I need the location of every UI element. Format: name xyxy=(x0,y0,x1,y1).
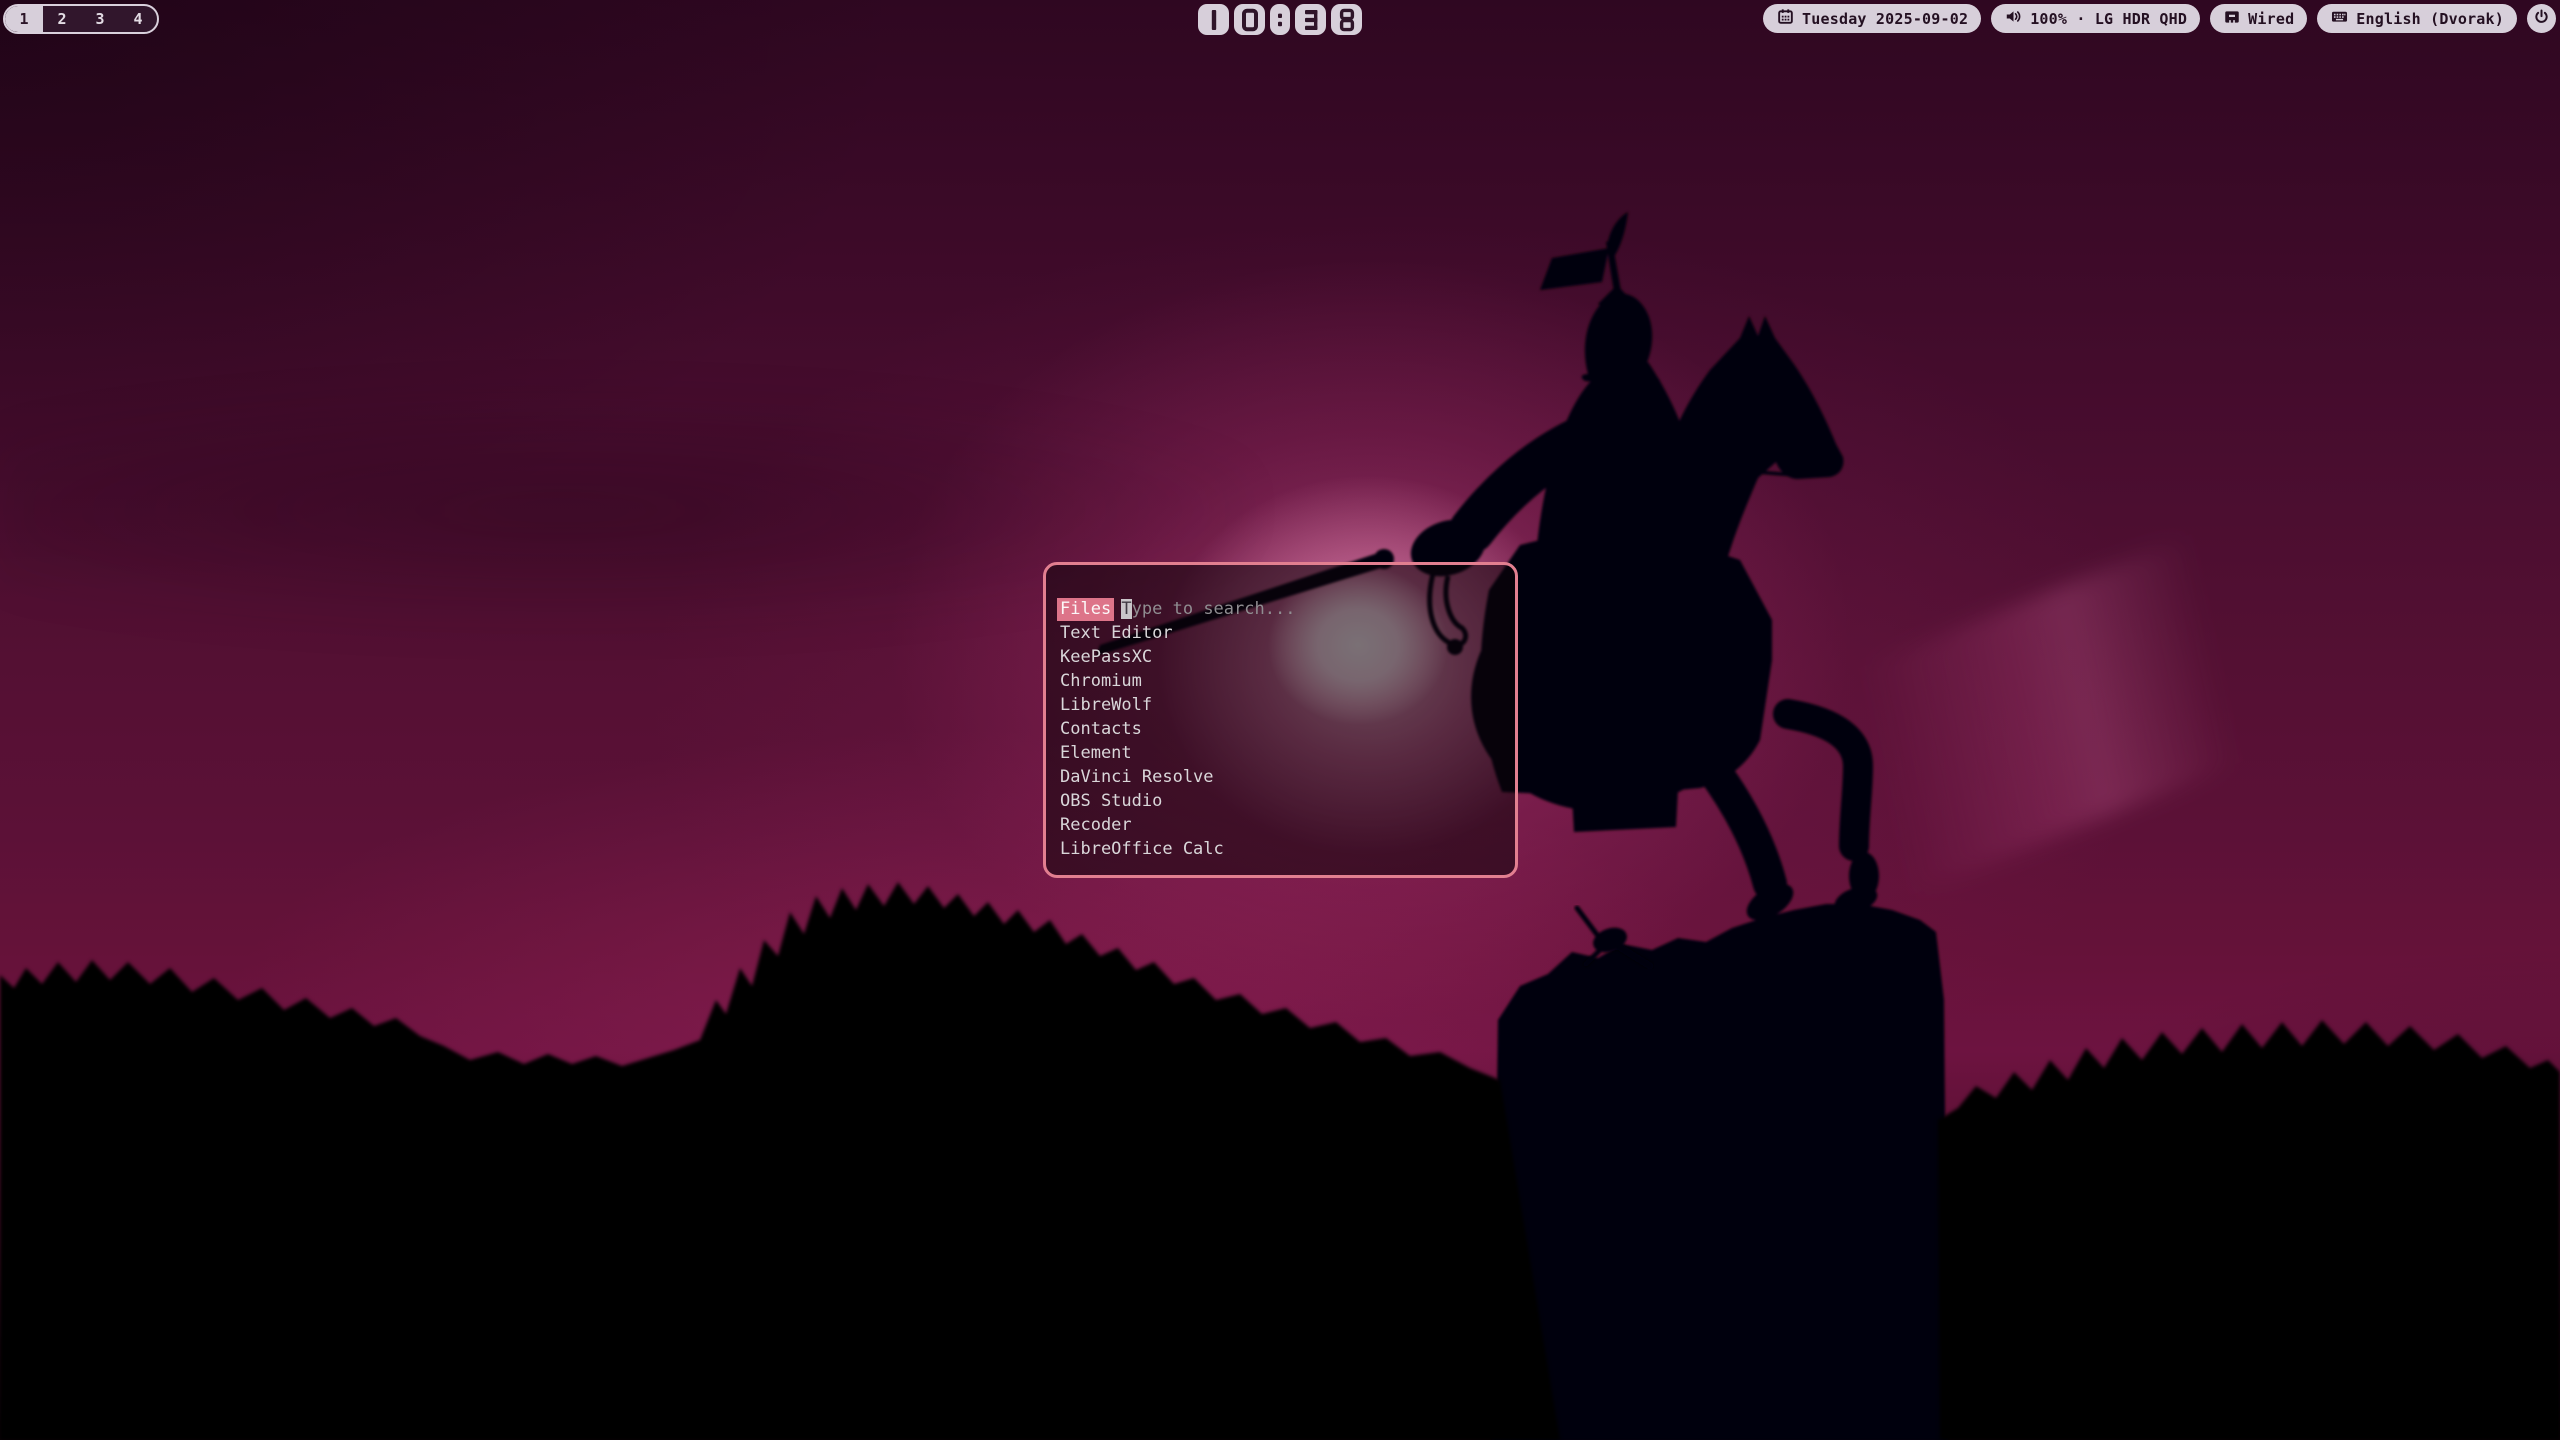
launcher-item-libreoffice-calc[interactable]: LibreOffice Calc xyxy=(1060,837,1505,861)
launcher-item-element[interactable]: Element xyxy=(1060,741,1505,765)
network-label: Wired xyxy=(2248,10,2294,28)
app-launcher: Type to search... Files Text Editor KeeP… xyxy=(1043,562,1518,878)
workspace-item-1[interactable]: 1 xyxy=(5,6,43,32)
clock-digit xyxy=(1234,4,1265,35)
clock-digit xyxy=(1295,4,1326,35)
date-pill[interactable]: Tuesday 2025-09-02 xyxy=(1763,4,1981,33)
clock-digit xyxy=(1198,4,1229,35)
clock-digit xyxy=(1331,4,1362,35)
launcher-item-recoder[interactable]: Recoder xyxy=(1060,813,1505,837)
volume-label: 100% · LG HDR QHD xyxy=(2030,10,2187,28)
keyboard-icon xyxy=(2330,7,2349,30)
clock-digit xyxy=(1270,4,1290,35)
workspace-label: 4 xyxy=(133,10,142,28)
workspace-label: 1 xyxy=(19,10,28,28)
launcher-item-keepassxc[interactable]: KeePassXC xyxy=(1060,645,1505,669)
keyboard-pill[interactable]: English (Dvorak) xyxy=(2317,4,2517,33)
calendar-icon xyxy=(1776,7,1795,30)
clock[interactable] xyxy=(1198,4,1362,35)
tree-line-silhouette xyxy=(0,882,2560,1440)
keyboard-layout-label: English (Dvorak) xyxy=(2356,10,2504,28)
desktop: 1 2 3 4 Tuesday xyxy=(0,0,2560,1440)
search-input[interactable]: Type to search... xyxy=(1060,573,1505,597)
top-bar: 1 2 3 4 Tuesday xyxy=(0,0,2560,42)
search-placeholder: ype to search... xyxy=(1132,599,1296,619)
launcher-item-librewolf[interactable]: LibreWolf xyxy=(1060,693,1505,717)
launcher-item-obs-studio[interactable]: OBS Studio xyxy=(1060,789,1505,813)
launcher-item-chromium[interactable]: Chromium xyxy=(1060,669,1505,693)
ethernet-icon xyxy=(2223,8,2241,30)
text-cursor: T xyxy=(1121,599,1131,619)
workspace-label: 2 xyxy=(57,10,66,28)
workspace-item-4[interactable]: 4 xyxy=(119,6,157,32)
date-label: Tuesday 2025-09-02 xyxy=(1802,10,1968,28)
workspace-switcher: 1 2 3 4 xyxy=(3,4,159,34)
results-list: Files Text Editor KeePassXC Chromium Lib… xyxy=(1060,597,1505,861)
workspace-item-2[interactable]: 2 xyxy=(43,6,81,32)
status-tray: Tuesday 2025-09-02 100% · LG HDR QHD xyxy=(1763,4,2556,33)
launcher-item-davinci-resolve[interactable]: DaVinci Resolve xyxy=(1060,765,1505,789)
workspace-label: 3 xyxy=(95,10,104,28)
speaker-icon xyxy=(2004,7,2023,30)
power-button[interactable] xyxy=(2527,4,2556,33)
power-icon xyxy=(2533,8,2550,29)
workspace-item-3[interactable]: 3 xyxy=(81,6,119,32)
launcher-item-text-editor[interactable]: Text Editor xyxy=(1060,621,1505,645)
volume-pill[interactable]: 100% · LG HDR QHD xyxy=(1991,4,2200,33)
launcher-item-contacts[interactable]: Contacts xyxy=(1060,717,1505,741)
network-pill[interactable]: Wired xyxy=(2210,4,2307,33)
